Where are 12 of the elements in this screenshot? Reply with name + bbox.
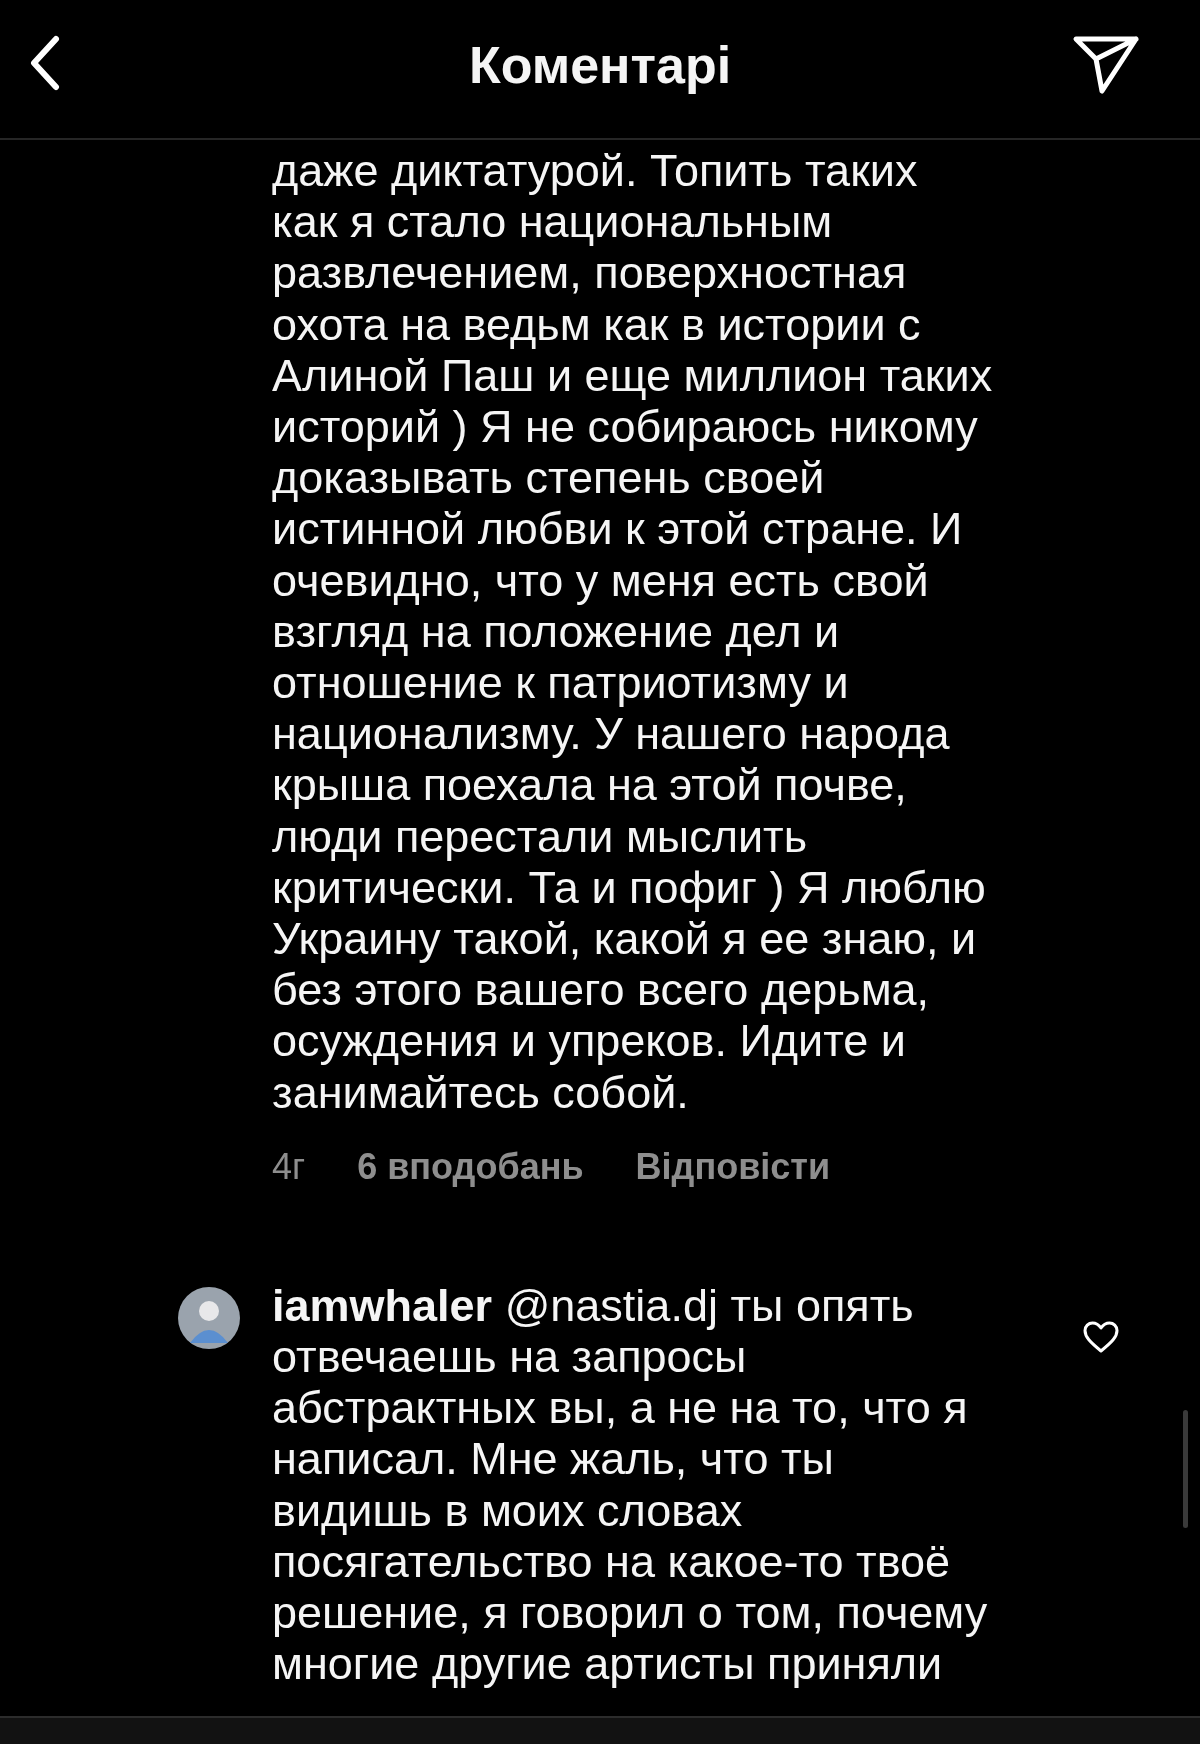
scrollbar[interactable] — [1183, 1410, 1188, 1528]
back-icon[interactable] — [28, 35, 62, 91]
comment-time: 4г — [272, 1146, 306, 1187]
comment-text: iamwhaler @nastia.dj ты опять отвечаешь на запросы абстрактных вы, а не на то, что я написал. Мне жаль, что ты видишь в моих словах посягательство на какое-то твоё решение, я говорил о том, почему многие другие артисты приняли — [272, 1279, 988, 1690]
mention-link[interactable]: @nastia.dj — [504, 1279, 718, 1331]
page-title: Коментарі — [468, 35, 732, 96]
reply-button[interactable]: Відповісти — [635, 1146, 831, 1187]
send-icon[interactable] — [1072, 33, 1140, 95]
avatar[interactable] — [178, 1286, 240, 1349]
heart-icon[interactable] — [1082, 1319, 1120, 1354]
likes-count[interactable]: 6 вподобань — [357, 1146, 584, 1187]
comment-text: даже диктатурой. Топить таких как я стало национальным развлечением, поверхностная охота на ведьм как в истории с Алиной Паш и еще миллион таких историй ) Я не собираюсь никому доказывать степень своей истинной любви к этой стране. И очевидно, что у меня есть свой взгляд на положение дел и отношение к патриотизму и национализму. У нашего народа крыша поехала на этой почве, люди перестали мыслить критически. Та и пофиг ) Я люблю Украину такой, какой я ее знаю, и без этого вашего всего дерьма, осуждения и упреков. Идите и занимайтесь собой. — [272, 145, 993, 1118]
